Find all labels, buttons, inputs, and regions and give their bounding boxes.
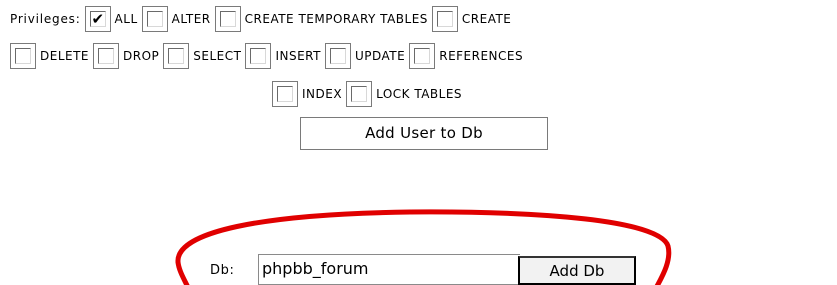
annotation-ellipse-stroke-left [175,259,190,285]
label-index: INDEX [302,87,343,101]
checkbox-index[interactable] [272,81,298,107]
label-update: UPDATE [354,49,406,63]
checkbox-lock-tables[interactable] [346,81,373,107]
checkbox-alter[interactable] [141,6,168,32]
label-create-temporary-tables: CREATE TEMPORARY TABLES [244,12,428,26]
checkbox-references[interactable] [409,43,436,69]
privileges-row-3: INDEX LOCK TABLES [272,80,466,108]
checkbox-insert[interactable] [245,43,272,69]
checkbox-update[interactable] [324,43,351,69]
db-name-input[interactable]: phpbb_forum [258,254,520,285]
checkbox-select[interactable] [163,43,190,69]
label-delete: DELETE [40,49,90,63]
db-label: Db: [210,263,235,278]
label-references: REFERENCES [439,49,524,63]
add-db-button[interactable]: Add Db [518,256,636,285]
label-lock-tables: LOCK TABLES [376,87,463,101]
checkbox-delete[interactable] [10,43,36,69]
label-select: SELECT [193,49,242,63]
checkbox-all[interactable] [84,6,111,32]
add-user-to-db-button[interactable]: Add User to Db [300,117,548,150]
label-all: ALL [114,12,138,26]
checkbox-drop[interactable] [93,43,120,69]
checkbox-create[interactable] [431,6,458,32]
privileges-row-2: DELETE DROP SELECT INSERT UPDATE REFEREN… [10,42,527,70]
label-create: CREATE [461,12,512,26]
label-alter: ALTER [171,12,211,26]
label-drop: DROP [123,49,160,63]
label-insert: INSERT [275,49,321,63]
checkbox-create-temporary-tables[interactable] [214,6,241,32]
privileges-title: Privileges: [10,12,81,26]
privileges-row-1: Privileges: ALL ALTER CREATE TEMPORARY T… [10,5,515,33]
